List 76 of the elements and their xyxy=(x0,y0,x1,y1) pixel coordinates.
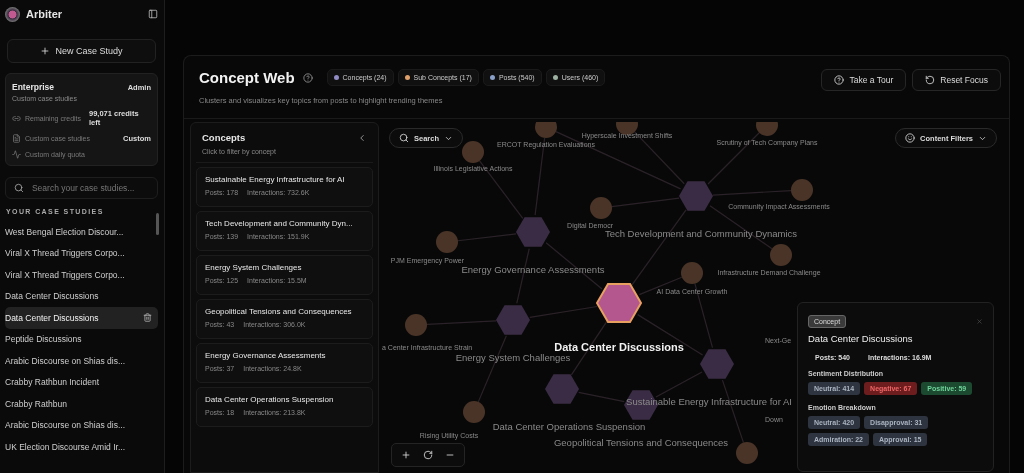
sidebar-toggle-icon[interactable] xyxy=(148,9,158,19)
scrollbar[interactable] xyxy=(156,213,159,235)
reset-icon xyxy=(925,75,936,85)
case-study-item[interactable]: Arabic Discourse on Shias dis... xyxy=(5,350,158,372)
node-label: Data Center Operations Suspension xyxy=(492,421,646,432)
subconcept-node[interactable] xyxy=(462,141,484,163)
link-icon xyxy=(12,113,21,123)
concept-title: Energy Governance Assessments xyxy=(205,351,327,360)
concept-title: Tech Development and Community Dyn... xyxy=(205,219,354,228)
case-study-item[interactable]: Viral X Thread Triggers Corpo... xyxy=(5,264,158,286)
subconcept-node[interactable] xyxy=(616,122,638,135)
concept-node[interactable] xyxy=(595,282,643,324)
edge-line xyxy=(545,242,603,290)
edge-line xyxy=(457,233,517,242)
collapse-icon[interactable] xyxy=(357,132,367,143)
edge-line xyxy=(655,371,703,398)
concept-node[interactable] xyxy=(516,217,550,247)
plan-name: Enterprise xyxy=(12,82,55,92)
case-study-item[interactable]: Arabic Discourse on Shias dis... xyxy=(5,414,158,436)
document-icon xyxy=(12,134,21,143)
search-icon xyxy=(14,183,24,193)
concept-node[interactable] xyxy=(496,305,530,335)
help-icon[interactable] xyxy=(302,72,313,83)
close-icon[interactable] xyxy=(976,318,983,325)
case-study-item[interactable]: Data Center Discussions xyxy=(5,285,158,307)
trash-icon[interactable] xyxy=(143,313,152,323)
case-study-item[interactable]: UK Election Discourse Amid Ir... xyxy=(5,436,158,458)
plus-icon xyxy=(401,450,411,460)
node-label: Data Center Discussions xyxy=(554,341,684,353)
panel-title: Concepts xyxy=(202,132,246,143)
search-field[interactable]: Search your case studies... xyxy=(5,177,158,199)
subconcept-node[interactable] xyxy=(736,442,758,464)
concept-node[interactable] xyxy=(545,374,579,404)
case-study-item[interactable]: Viral X Thread Triggers Corpo... xyxy=(5,242,158,264)
subconcept-node[interactable] xyxy=(590,197,612,219)
case-study-item[interactable]: Peptide Discussions xyxy=(5,328,158,350)
case-study-item[interactable]: West Bengal Election Discour... xyxy=(5,221,158,243)
subconcept-node[interactable] xyxy=(405,314,427,336)
concept-node[interactable] xyxy=(679,181,713,211)
node-label: Geopolitical Tensions and Consequences xyxy=(553,437,729,448)
node-label: Energy Governance Assessments xyxy=(461,264,605,275)
subconcept-node[interactable] xyxy=(756,122,778,136)
edge-line xyxy=(578,391,625,403)
concept-node[interactable] xyxy=(700,349,734,379)
smiley-icon xyxy=(905,133,916,143)
page-title: Concept Web xyxy=(199,69,295,86)
search-input[interactable]: Search your case studies... xyxy=(29,182,149,194)
concept-title: Geopolitical Tensions and Consequences xyxy=(205,307,353,316)
subconcept-node[interactable] xyxy=(770,244,792,266)
pulse-icon xyxy=(12,150,21,159)
concept-title: Data Center Operations Suspension xyxy=(205,395,335,404)
subconcept-node[interactable] xyxy=(436,231,458,253)
new-case-study-button[interactable]: New Case Study xyxy=(7,39,156,63)
take-tour-button[interactable]: Take a Tour xyxy=(821,69,907,91)
subconcept-node[interactable] xyxy=(681,262,703,284)
reset-focus-button[interactable]: Reset Focus xyxy=(912,69,1001,91)
zoom-in-button[interactable] xyxy=(401,450,411,460)
reset-view-button[interactable] xyxy=(423,450,433,460)
logo-icon xyxy=(5,6,20,22)
edge-line xyxy=(426,320,497,326)
case-study-item[interactable]: Crabby Rathbun xyxy=(5,393,158,415)
concept-title: Energy System Challenges xyxy=(205,263,303,272)
subconcept-node[interactable] xyxy=(463,401,485,423)
rotate-icon xyxy=(423,450,433,460)
subconcept-node[interactable] xyxy=(791,179,813,201)
node-label: Energy System Challenges xyxy=(455,352,571,363)
case-study-item[interactable]: Crabby Rathbun Incident xyxy=(5,371,158,393)
concept-title: Sustainable Energy Infrastructure for AI xyxy=(205,175,346,184)
help-icon xyxy=(834,75,845,85)
subconcept-node[interactable] xyxy=(535,122,557,138)
search-icon xyxy=(399,133,409,143)
case-study-item[interactable]: Data Center Discussions xyxy=(5,307,158,329)
details-title: Data Center Discussions xyxy=(808,333,914,344)
plus-icon xyxy=(40,46,51,56)
app-name: Arbiter xyxy=(26,8,64,20)
node-label: Tech Development and Community Dynamics xyxy=(604,228,798,239)
